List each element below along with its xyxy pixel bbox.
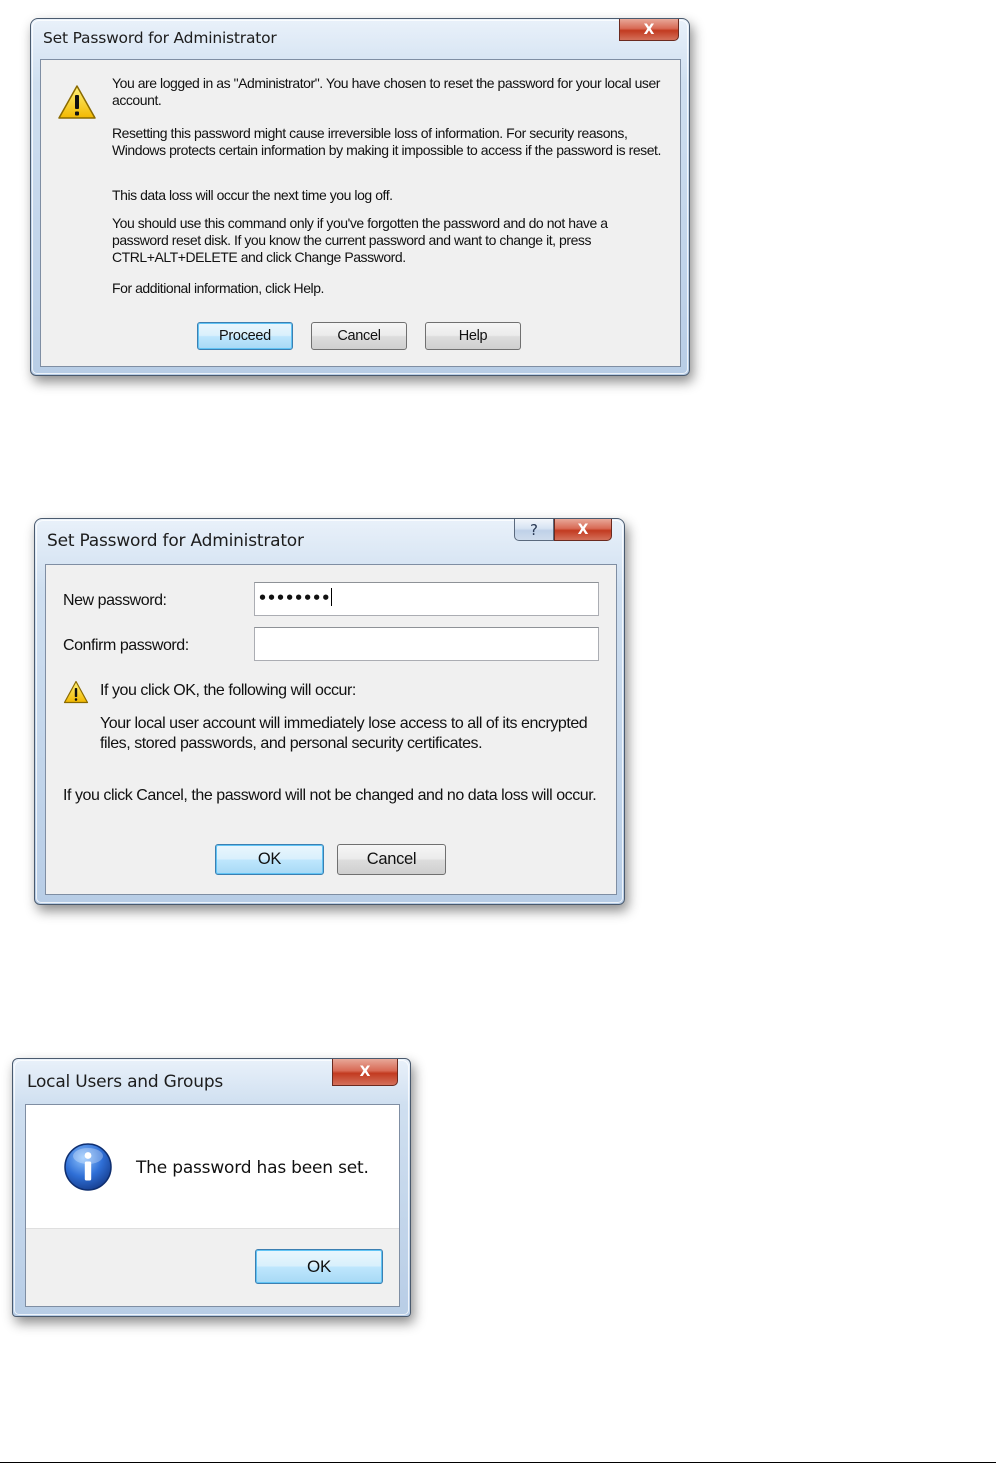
info-icon	[63, 1142, 113, 1192]
help-title-button[interactable]: ?	[514, 519, 554, 541]
warning-detail: Your local user account will immediately…	[100, 715, 588, 752]
message-paragraph-4: You should use this command only if you'…	[112, 215, 608, 265]
ok-button[interactable]: OK	[215, 844, 324, 875]
close-button[interactable]: X	[619, 19, 679, 41]
help-icon: ?	[530, 520, 538, 539]
confirm-password-label: Confirm password:	[63, 637, 189, 654]
proceed-button[interactable]: Proceed	[197, 322, 293, 350]
close-icon: X	[643, 21, 655, 38]
ok-button[interactable]: OK	[255, 1249, 383, 1284]
dialog-title: Local Users and Groups	[27, 1072, 224, 1092]
set-password-dialog: Set Password for Administrator ? X New p…	[34, 518, 625, 905]
close-icon: X	[577, 521, 589, 538]
button-area: OK	[26, 1228, 399, 1306]
close-button[interactable]: X	[332, 1059, 398, 1086]
warning-icon	[63, 680, 89, 704]
message-paragraph-2: Resetting this password might cause irre…	[112, 125, 661, 158]
title-bar[interactable]: Set Password for Administrator X	[31, 19, 689, 59]
message-paragraph-3: This data loss will occur the next time …	[112, 187, 393, 203]
close-button[interactable]: X	[554, 519, 612, 541]
title-bar[interactable]: Set Password for Administrator ? X	[35, 519, 624, 559]
close-icon: X	[359, 1064, 371, 1080]
password-set-confirmation-dialog: Local Users and Groups X The password ha…	[12, 1058, 411, 1317]
page-bottom-rule	[0, 1462, 996, 1463]
cancel-button[interactable]: Cancel	[337, 844, 446, 875]
warning-heading: If you click OK, the following will occu…	[100, 682, 356, 699]
new-password-label: New password:	[63, 592, 167, 609]
confirmation-message: The password has been set.	[136, 1158, 369, 1178]
new-password-field[interactable]: ••••••••	[254, 582, 599, 616]
title-bar[interactable]: Local Users and Groups X	[13, 1059, 410, 1099]
new-password-value: ••••••••	[258, 589, 331, 607]
cancel-button[interactable]: Cancel	[311, 322, 407, 350]
cancel-note: If you click Cancel, the password will n…	[63, 787, 597, 804]
dialog-title: Set Password for Administrator	[47, 531, 304, 551]
message-paragraph-1: You are logged in as "Administrator". Yo…	[112, 75, 661, 108]
dialog-body: You are logged in as "Administrator". Yo…	[40, 59, 681, 367]
dialog-title: Set Password for Administrator	[43, 29, 277, 47]
warning-icon	[57, 84, 97, 120]
message-paragraph-5: For additional information, click Help.	[112, 280, 324, 296]
dialog-body: The password has been set. OK	[25, 1104, 400, 1307]
help-button[interactable]: Help	[425, 322, 521, 350]
dialog-body: New password: •••••••• Confirm password:	[45, 564, 617, 895]
confirm-password-field[interactable]	[254, 627, 599, 661]
text-caret	[331, 588, 333, 606]
reset-password-warning-dialog: Set Password for Administrator X You are…	[30, 18, 690, 376]
